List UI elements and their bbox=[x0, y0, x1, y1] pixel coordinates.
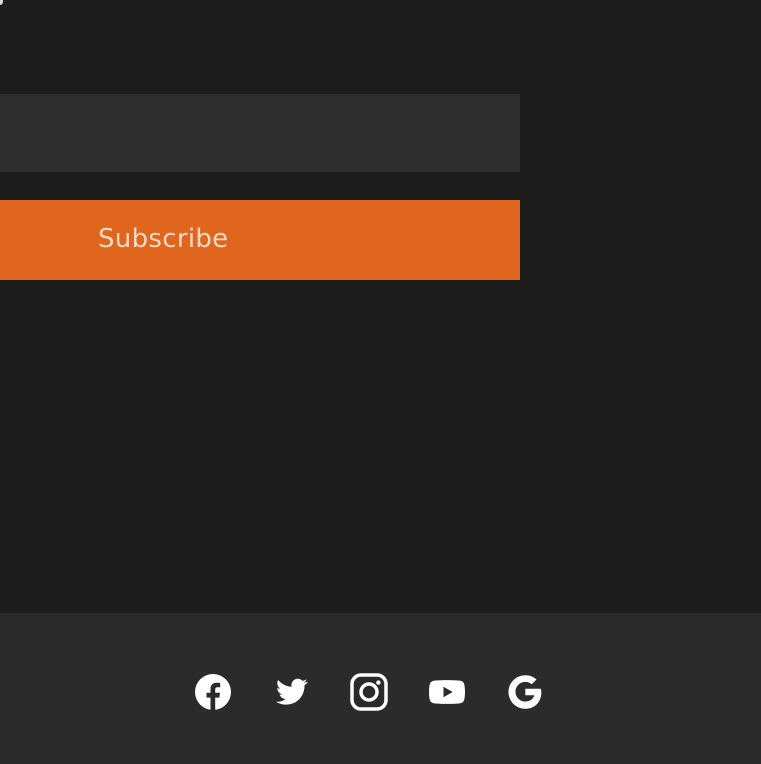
instagram-link[interactable] bbox=[350, 673, 388, 711]
page: Subscribe bbox=[0, 0, 761, 764]
social-links bbox=[0, 613, 761, 764]
google-icon bbox=[508, 675, 542, 709]
youtube-icon bbox=[429, 680, 465, 704]
edge-mark bbox=[0, 0, 3, 5]
email-field[interactable] bbox=[0, 94, 520, 172]
footer bbox=[0, 613, 761, 764]
instagram-icon bbox=[350, 673, 388, 711]
facebook-icon bbox=[195, 674, 231, 710]
twitter-link[interactable] bbox=[272, 673, 310, 711]
twitter-icon bbox=[276, 678, 308, 705]
subscribe-button[interactable]: Subscribe bbox=[0, 200, 520, 280]
newsletter-section: Subscribe bbox=[0, 0, 761, 613]
youtube-link[interactable] bbox=[428, 673, 466, 711]
subscribe-button-label: Subscribe bbox=[98, 224, 229, 254]
google-link[interactable] bbox=[506, 673, 544, 711]
facebook-link[interactable] bbox=[194, 673, 232, 711]
